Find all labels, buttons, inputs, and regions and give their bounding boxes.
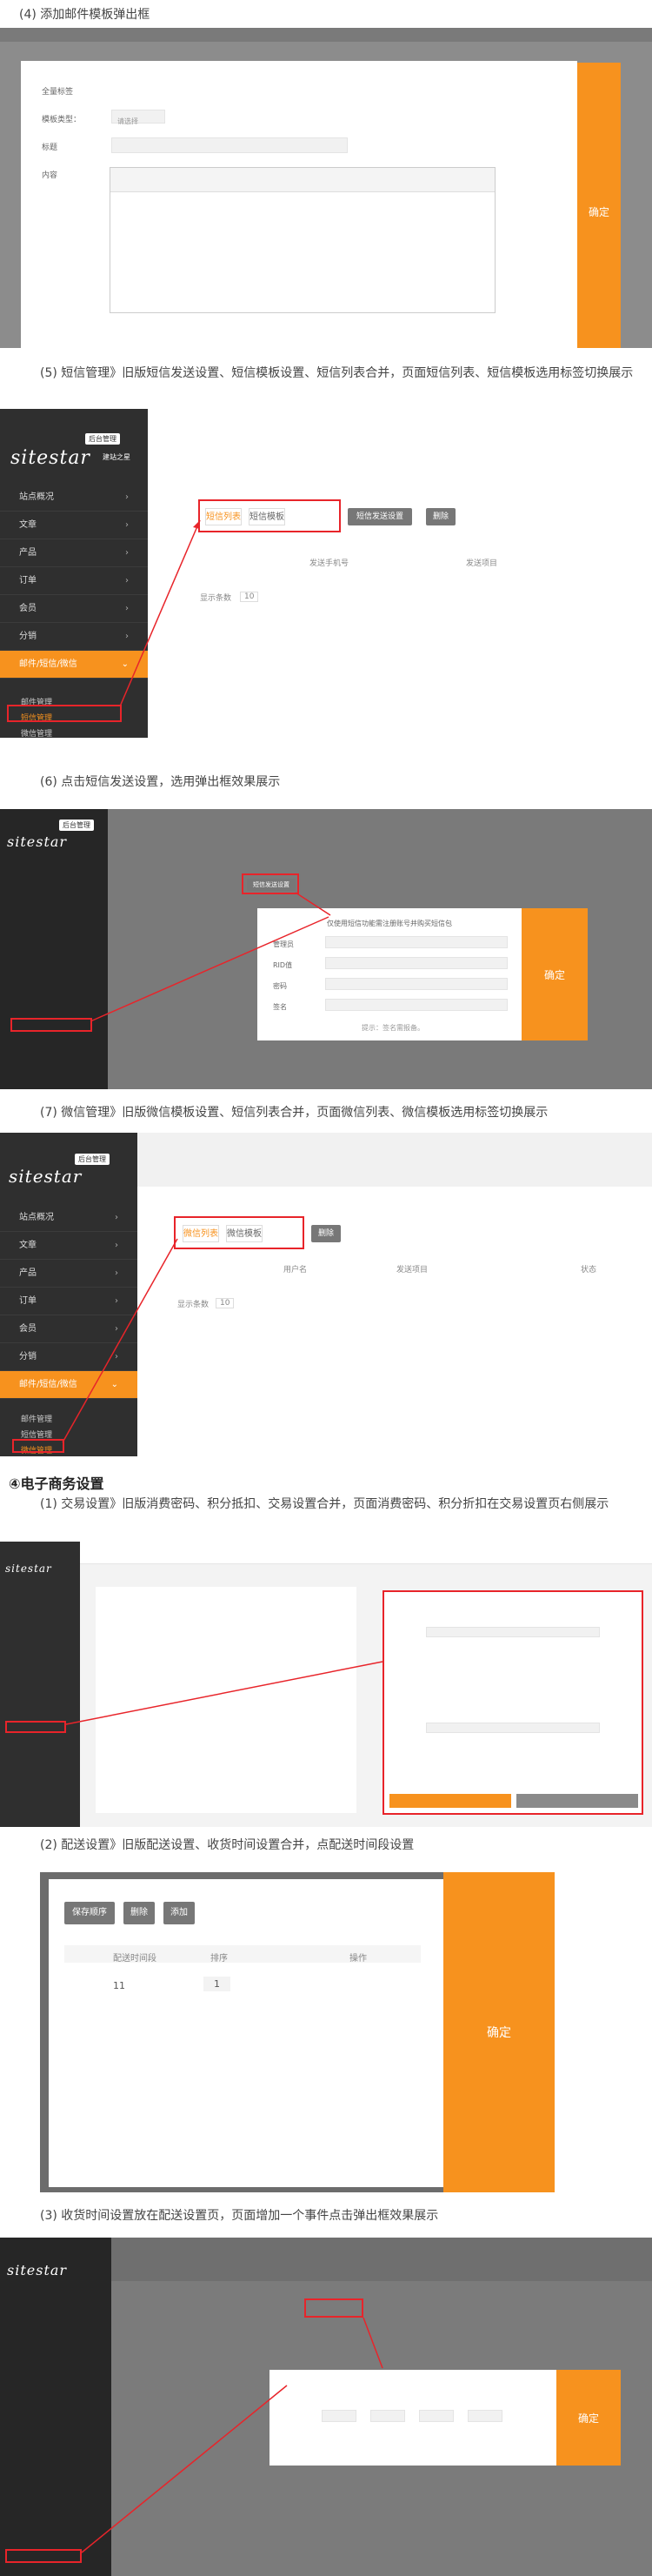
highlight-sub bbox=[10, 1018, 92, 1032]
label-type: 模板类型： bbox=[42, 116, 82, 124]
sms-modal-screenshot: sitestar 后台管理 短信发送设置 仅使用短信功能需注册账号并购买短信包 … bbox=[0, 809, 652, 1089]
right-panel bbox=[383, 1590, 643, 1815]
sms-screenshot: sitestar 后台管理 建站之星 站点概况 › 文章 › 产品 › 订单 › 会员 ›… bbox=[0, 409, 652, 738]
nav-product[interactable]: 产品 › bbox=[0, 539, 148, 567]
logo: sitestar bbox=[10, 447, 90, 469]
nav-distribution[interactable]: 分销 › bbox=[0, 623, 148, 651]
highlight-tabs bbox=[198, 499, 341, 532]
wx-screenshot: sitestar 后台管理 站点概况 › 文章 › 产品 › 订单 › 会员 › 分销 › … bbox=[0, 1133, 652, 1456]
label-tag: 全量标签 bbox=[42, 88, 74, 97]
editor-toolbar[interactable] bbox=[110, 168, 495, 192]
trade-screenshot: sitestar bbox=[0, 1542, 652, 1827]
sms-settings-button[interactable]: 短信发送设置 bbox=[348, 508, 412, 525]
highlight-sub bbox=[7, 705, 122, 722]
col-phone: 发送手机号 bbox=[309, 559, 349, 568]
sms-modal: 仅使用短信功能需注册账号并购买短信包 管理员 RID值 密码 签名 提示：签名需… bbox=[257, 908, 522, 1040]
col-project: 发送项目 bbox=[466, 559, 498, 568]
sub-wx[interactable]: 微信管理 bbox=[21, 727, 52, 738]
nav-overview[interactable]: 站点概况 › bbox=[0, 484, 148, 512]
sign-input[interactable] bbox=[325, 999, 508, 1011]
title-input[interactable] bbox=[111, 137, 348, 153]
row-time[interactable]: 11 bbox=[113, 1980, 125, 1991]
show-count-label: 显示条数 bbox=[200, 594, 232, 603]
rid-input[interactable] bbox=[325, 957, 508, 969]
caption-5: (5) 短信管理》旧版短信发送设置、短信模板设置、短信列表合并，页面短信列表、短… bbox=[40, 366, 634, 380]
section-heading: ④电子商务设置 bbox=[9, 1475, 104, 1492]
cancel-button[interactable] bbox=[516, 1794, 638, 1808]
highlight-btn bbox=[242, 873, 299, 894]
password-input[interactable] bbox=[325, 978, 508, 990]
save-button[interactable] bbox=[389, 1794, 511, 1808]
delete-button[interactable]: 删除 bbox=[123, 1902, 155, 1924]
caption-e1: (1) 交易设置》旧版消费密码、积分抵扣、交易设置合并，页面消费密码、积分折扣在… bbox=[40, 1497, 609, 1511]
confirm-button[interactable]: 确定 bbox=[577, 63, 621, 348]
rich-editor[interactable] bbox=[110, 167, 496, 313]
confirm-button[interactable]: 确定 bbox=[522, 908, 588, 1040]
delivery-screenshot: 保存顺序 删除 添加 配送时间段 排序 操作 11 1 确定 bbox=[40, 1872, 555, 2192]
trade-settings-form bbox=[96, 1587, 356, 1813]
receive-time-screenshot: sitestar 确定 bbox=[0, 2238, 652, 2576]
caption-7: (7) 微信管理》旧版微信模板设置、短信列表合并，页面微信列表、微信模板选用标签… bbox=[40, 1106, 549, 1120]
label-content: 内容 bbox=[42, 171, 58, 180]
nav-article[interactable]: 文章 › bbox=[0, 512, 148, 539]
admin-input[interactable] bbox=[325, 936, 508, 948]
row-sort[interactable]: 1 bbox=[203, 1977, 230, 1991]
add-button[interactable]: 添加 bbox=[163, 1902, 195, 1924]
nav-member[interactable]: 会员 › bbox=[0, 595, 148, 623]
label-title: 标题 bbox=[42, 144, 58, 152]
badge: 后台管理 bbox=[85, 433, 120, 445]
nav-msg[interactable]: 邮件/短信/微信 ⌄ bbox=[0, 651, 148, 679]
confirm-button[interactable]: 确定 bbox=[556, 2370, 621, 2466]
receive-time-modal bbox=[269, 2370, 556, 2466]
caption-6: (6) 点击短信发送设置，选用弹出框效果展示 bbox=[40, 775, 281, 789]
type-select[interactable]: 请选择 bbox=[111, 110, 165, 125]
confirm-button[interactable]: 确定 bbox=[443, 1872, 555, 2192]
caption-e2: (2) 配送设置》旧版配送设置、收货时间设置合并，点配送时间段设置 bbox=[40, 1838, 415, 1852]
count-select[interactable]: 10 bbox=[240, 592, 259, 602]
nav-order[interactable]: 订单 › bbox=[0, 567, 148, 595]
caption-4: (4) 添加邮件模板弹出框 bbox=[19, 8, 150, 22]
delete-button[interactable]: 删除 bbox=[311, 1225, 341, 1242]
caption-e3: (3) 收货时间设置放在配送设置页，页面增加一个事件点击弹出框效果展示 bbox=[40, 2209, 439, 2223]
save-order-button[interactable]: 保存顺序 bbox=[64, 1902, 115, 1924]
delete-button[interactable]: 删除 bbox=[426, 508, 456, 525]
mail-modal: 全量标签 模板类型： 请选择 标题 内容 bbox=[21, 61, 577, 348]
mail-modal-screenshot: 全量标签 模板类型： 请选择 标题 内容 确定 bbox=[0, 28, 652, 348]
